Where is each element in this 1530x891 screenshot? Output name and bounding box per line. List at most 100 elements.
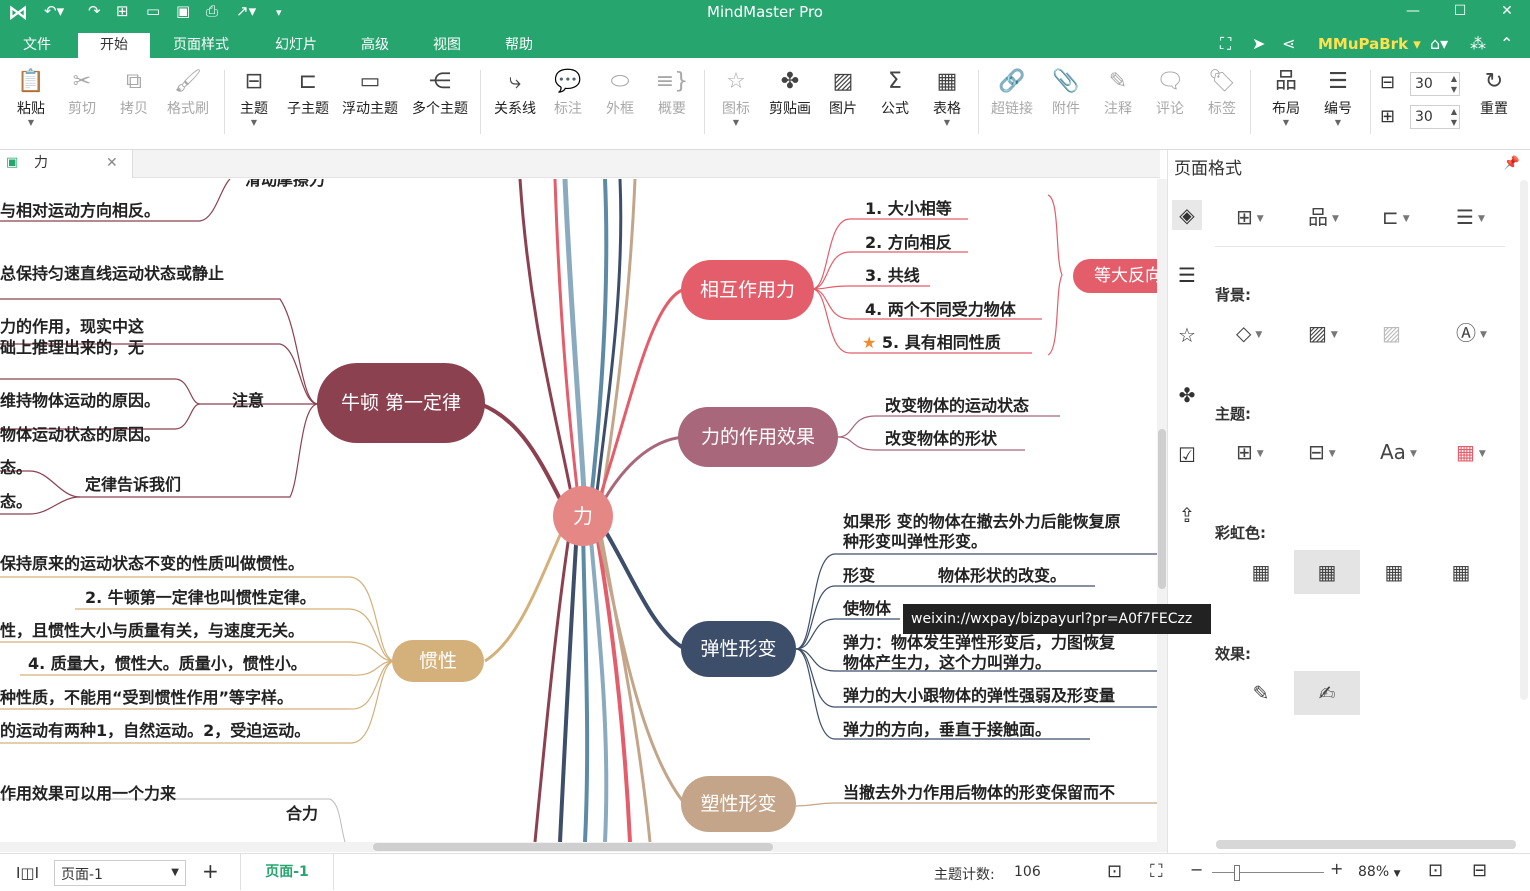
leaf-item[interactable]: 如果形 变的物体在撤去外力后能恢复原: [843, 512, 1121, 532]
remove-background-icon[interactable]: ▨: [1382, 318, 1401, 348]
layout-grid-icon[interactable]: ⊞ ▼: [1236, 202, 1264, 232]
leaf-item[interactable]: 性，且惯性大小与质量有关，与速度无关。: [0, 621, 304, 641]
theme-grid-icon[interactable]: ⊞ ▼: [1236, 437, 1264, 467]
vertical-spacing-input[interactable]: 30 ▲ ▼: [1410, 105, 1460, 129]
leaf-item[interactable]: 2. 牛顿第一定律也叫惯性定律。: [85, 588, 316, 608]
leaf-item[interactable]: 维持物体运动的原因。: [0, 391, 160, 411]
formula-button[interactable]: Σ 公式: [874, 66, 916, 146]
numbering-list-icon[interactable]: ☰ ▼: [1456, 202, 1485, 232]
canvas-horizontal-scrollbar[interactable]: [0, 842, 1167, 852]
apps-icon[interactable]: ⁂: [1470, 34, 1486, 53]
hyperlink-button[interactable]: 🔗 超链接: [986, 66, 1038, 146]
branch-effect[interactable]: 力的作用效果: [678, 407, 838, 467]
leaf-item[interactable]: 改变物体的形状: [885, 429, 997, 449]
fit-width-icon[interactable]: ⛶: [1150, 861, 1163, 882]
collapse-ribbon-icon[interactable]: ⌃: [1500, 34, 1513, 53]
maximize-icon[interactable]: ☐: [1437, 0, 1483, 24]
theme-font-button[interactable]: Aa ▼: [1380, 437, 1417, 467]
canvas-vertical-scrollbar[interactable]: [1157, 179, 1167, 842]
rainbow-option-3[interactable]: ▦: [1361, 550, 1427, 594]
attachment-button[interactable]: 📎 附件: [1046, 66, 1086, 146]
boundary-button[interactable]: ⬭ 外框: [600, 66, 640, 146]
menu-help[interactable]: 帮助: [490, 33, 548, 58]
collapse-panel-icon[interactable]: ⊟: [1472, 860, 1487, 881]
color-palette-icon[interactable]: ▦ ▼: [1456, 437, 1486, 467]
zoom-out-icon[interactable]: −: [1190, 860, 1203, 879]
menu-advanced[interactable]: 高级: [346, 33, 404, 58]
menu-view[interactable]: 视图: [410, 33, 484, 58]
multiple-topics-button[interactable]: ⋲ 多个主题: [408, 66, 472, 146]
menu-slideshow[interactable]: 幻灯片: [252, 33, 340, 58]
leaf-item[interactable]: 弹力的方向，垂直于接触面。: [843, 720, 1051, 740]
zoom-slider[interactable]: [1212, 872, 1324, 873]
leaf-item[interactable]: 注意: [232, 391, 264, 411]
page-format-icon[interactable]: ◈: [1172, 200, 1202, 230]
floating-topic-button[interactable]: ▭ 浮动主题: [338, 66, 402, 146]
leaf-item[interactable]: 使物体: [843, 599, 891, 619]
page-select[interactable]: 页面-1 ▼: [54, 860, 186, 886]
fit-page-icon[interactable]: ⊡: [1107, 861, 1122, 882]
callout-button[interactable]: 💬 标注: [548, 66, 588, 146]
leaf-item[interactable]: 作用效果可以用一个力来: [0, 784, 176, 804]
leaf-item[interactable]: 当撤去外力作用后物体的形变保留而不: [843, 783, 1115, 803]
leaf-item[interactable]: 改变物体的运动状态: [885, 396, 1029, 416]
fit-screen-icon[interactable]: ⊡: [1428, 860, 1443, 881]
task-calendar-icon[interactable]: ☑: [1172, 440, 1202, 470]
leaf-item[interactable]: 1. 大小相等: [865, 199, 952, 219]
leaf-item[interactable]: 础上推理出来的，无: [0, 338, 144, 358]
leaf-item[interactable]: 定律告诉我们: [85, 475, 181, 495]
leaf-item[interactable]: 形变: [843, 566, 875, 586]
mindmap-canvas[interactable]: 力 相互作用力 力的作用效果 弹性形变 塑性形变 等大反向 牛顿 第一定律 惯性…: [0, 179, 1157, 842]
theme-list-icon[interactable]: ⊟ ▼: [1308, 437, 1336, 467]
structure-icon[interactable]: 品 ▼: [1308, 202, 1339, 232]
summary-topic[interactable]: 等大反向: [1073, 259, 1157, 293]
branch-inertia[interactable]: 惯性: [392, 640, 484, 682]
outline-list-icon[interactable]: ☰: [1172, 260, 1202, 290]
relationship-button[interactable]: ⤷ 关系线: [490, 66, 540, 146]
leaf-item[interactable]: 4. 两个不同受力物体: [865, 300, 1016, 320]
picture-button[interactable]: ▨ 图片: [822, 66, 864, 146]
panel-horizontal-scrollbar[interactable]: [1216, 840, 1516, 849]
branch-interaction[interactable]: 相互作用力: [681, 260, 814, 320]
clipart-clover-icon[interactable]: ✤: [1172, 380, 1202, 410]
menu-page-style[interactable]: 页面样式: [156, 33, 246, 58]
cut-button[interactable]: ✂ 剪切: [62, 66, 102, 146]
table-button[interactable]: ▦ 表格 ▼: [926, 66, 968, 146]
layout-button[interactable]: 品布局 ▼: [1264, 66, 1308, 146]
leaf-item[interactable]: 力的作用，现实中这: [0, 317, 144, 337]
leaf-item[interactable]: 3. 共线: [865, 266, 920, 286]
note-button[interactable]: ✎ 注释: [1098, 66, 1138, 146]
leaf-item[interactable]: 保持原来的运动状态不变的性质叫做惯性。: [0, 554, 304, 574]
comment-button[interactable]: 🗨 评论: [1150, 66, 1190, 146]
zoom-in-icon[interactable]: +: [1330, 859, 1343, 878]
horizontal-spacing-input[interactable]: 30 ▲ ▼: [1410, 72, 1460, 96]
icon-library-icon[interactable]: ☆: [1172, 320, 1202, 350]
leaf-item[interactable]: 合力: [286, 804, 318, 824]
branch-elastic[interactable]: 弹性形变: [681, 621, 796, 677]
document-tab[interactable]: ▣ 力 ✕: [0, 150, 133, 178]
leaf-item[interactable]: 物体产生力，这个力叫弹力。: [843, 653, 1051, 673]
effect-hand-drawn-off-icon[interactable]: ✎: [1228, 671, 1294, 715]
theme-shirt-icon[interactable]: ⌂▾: [1430, 34, 1448, 53]
summary-button[interactable]: ≡} 概要: [652, 66, 692, 146]
user-name[interactable]: MMuPaBrk ▾: [1318, 35, 1421, 53]
leaf-item[interactable]: 与相对运动方向相反。: [0, 201, 160, 221]
leaf-item[interactable]: 弹力的大小跟物体的弹性强弱及形变量: [843, 686, 1115, 706]
leaf-item[interactable]: 2. 方向相反: [865, 233, 952, 253]
central-topic[interactable]: 力: [553, 486, 613, 546]
leaf-item[interactable]: 态。: [0, 458, 32, 478]
reset-button[interactable]: ↻ 重置: [1472, 66, 1516, 146]
zoom-slider-handle[interactable]: [1234, 865, 1240, 881]
leaf-item[interactable]: 物体形状的改变。: [938, 566, 1066, 586]
rainbow-option-2[interactable]: ▦: [1294, 550, 1360, 594]
clipart-button[interactable]: ✤ 剪贴画: [766, 66, 814, 146]
leaf-item[interactable]: 弹力：物体发生弹性形变后，力图恢复: [843, 633, 1115, 653]
effect-hand-drawn-on-icon[interactable]: ✍: [1294, 671, 1360, 715]
scroll-thumb[interactable]: [1158, 429, 1166, 589]
add-page-icon[interactable]: +: [202, 859, 219, 883]
scroll-thumb[interactable]: [373, 843, 773, 851]
connector-icon[interactable]: ⊏ ▼: [1382, 202, 1410, 232]
panel-scrollbar[interactable]: [1520, 180, 1528, 700]
rainbow-option-4[interactable]: ▦: [1428, 550, 1494, 594]
zoom-level[interactable]: 88% ▼: [1358, 864, 1401, 880]
